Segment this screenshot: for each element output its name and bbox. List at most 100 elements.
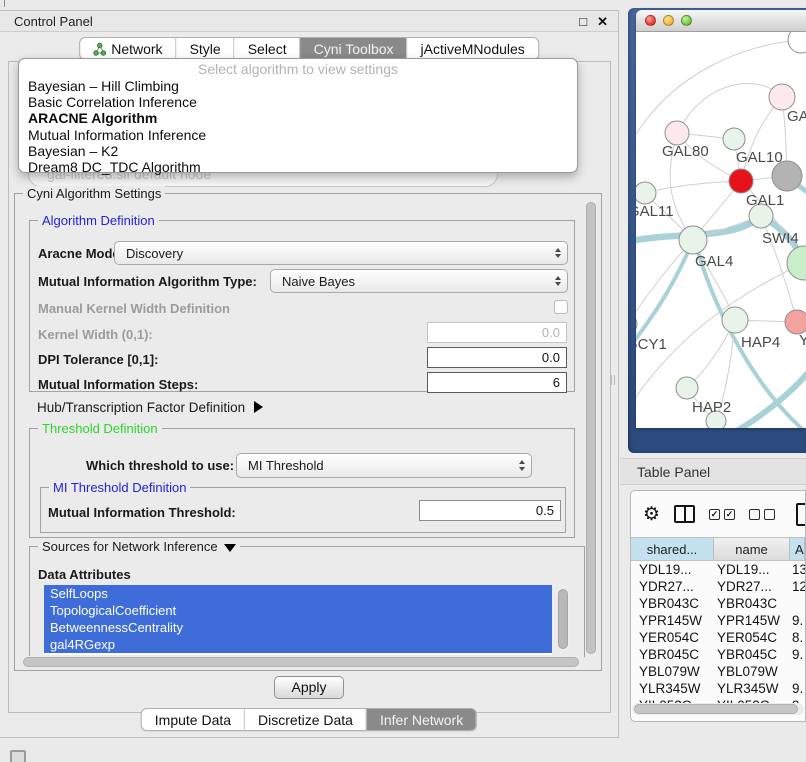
scrollbar-thumb[interactable] (23, 657, 579, 667)
minimize-traffic-light-icon[interactable] (663, 15, 674, 26)
attributes-scrollbar[interactable] (558, 587, 569, 653)
which-threshold-select[interactable]: MI Threshold (236, 453, 532, 478)
tab-discretize-data[interactable]: Discretize Data (244, 709, 366, 730)
data-attributes-list: SelfLoopsTopologicalCoefficientBetweenne… (44, 585, 552, 655)
table-toolbar: ⚙ ✓ ✓ (631, 491, 805, 537)
network-node-gal4[interactable] (679, 226, 707, 254)
scrollbar-thumb[interactable] (586, 202, 596, 654)
mi-algorithm-type-label: Mutual Information Algorithm Type: (38, 274, 257, 289)
network-node-gal1[interactable] (729, 169, 753, 193)
table-body: YDL19...YDL19...13YDR27...YDR27...12YBR0… (631, 561, 805, 722)
network-node-gal11[interactable] (636, 182, 656, 204)
panel-resize-grip[interactable] (611, 375, 615, 385)
network-node-gcy1[interactable] (636, 314, 637, 334)
tab-infer-network[interactable]: Infer Network (366, 709, 476, 730)
attribute-list-item[interactable]: TopologicalCoefficient (44, 602, 552, 619)
algorithm-option-bayesian-hill-climbing[interactable]: Bayesian – Hill Climbing (19, 78, 577, 94)
table-horizontal-scrollbar[interactable] (632, 703, 804, 715)
apply-button[interactable]: Apply (274, 676, 344, 699)
table-cell: YER054C (631, 629, 714, 646)
kernel-width-field[interactable]: 0.0 (427, 322, 567, 343)
tab-style[interactable]: Style (176, 38, 234, 59)
expand-right-icon (254, 401, 263, 413)
table-cell: YDR27... (714, 578, 790, 595)
network-node-label: GAL11 (636, 203, 674, 220)
column-header-shared[interactable]: shared... (631, 538, 714, 560)
table-row[interactable]: YBL079WYBL079W (631, 663, 805, 680)
column-header-a[interactable]: A (790, 538, 805, 560)
tab-select[interactable]: Select (234, 38, 300, 59)
network-canvas[interactable]: GALGAL80GAL10GAL1GAL11SWI4GAL4GCY1HAP4YH… (636, 32, 806, 428)
algorithm-option-basic-correlation-inference[interactable]: Basic Correlation Inference (19, 94, 577, 110)
network-node[interactable] (788, 32, 806, 53)
mi-algorithm-type-select[interactable]: Naive Bayes (270, 269, 568, 293)
algorithm-option-mutual-information-inference[interactable]: Mutual Information Inference (19, 127, 577, 143)
algorithm-option-bayesian-k2[interactable]: Bayesian – K2 (19, 143, 577, 159)
tab-impute-data[interactable]: Impute Data (142, 709, 244, 730)
data-attributes-label: Data Attributes (38, 567, 131, 582)
tab-label: Network (111, 41, 162, 57)
tab-cyni-toolbox[interactable]: Cyni Toolbox (300, 38, 407, 59)
scrollbar-thumb[interactable] (634, 704, 798, 714)
attribute-list-item[interactable]: gal4RGexp (44, 636, 552, 653)
split-columns-icon[interactable] (674, 505, 695, 523)
document-icon[interactable] (796, 503, 806, 526)
network-node-y[interactable] (785, 310, 806, 334)
settings-vertical-scrollbar[interactable] (585, 202, 597, 654)
algorithm-option-dream8-dc-tdc-algorithm[interactable]: Dream8 DC_TDC Algorithm (19, 159, 577, 175)
tab-jactivemnodules[interactable]: jActiveMNodules (407, 38, 538, 59)
zoom-traffic-light-icon[interactable] (681, 15, 692, 26)
network-node-hap2[interactable] (676, 377, 698, 399)
tab-label: Discretize Data (258, 712, 353, 728)
table-row[interactable]: YPR145WYPR145W9. (631, 612, 805, 629)
mi-steps-field[interactable]: 6 (427, 372, 567, 393)
gear-icon[interactable]: ⚙ (643, 505, 660, 524)
table-row[interactable]: YBR043CYBR043C (631, 595, 805, 612)
control-panel-titlebar: Control Panel □ ✕ (0, 11, 618, 32)
network-node-label: HAP2 (692, 399, 731, 416)
mi-steps-label: Mutual Information Steps: (38, 377, 198, 392)
tab-label: jActiveMNodules (421, 41, 525, 57)
scrollbar-thumb[interactable] (558, 589, 568, 649)
table-row[interactable]: YBR045CYBR045C9. (631, 646, 805, 663)
sources-group: Sources for Network Inference Data Attri… (29, 546, 585, 664)
table-row[interactable]: YDR27...YDR27...12 (631, 578, 805, 595)
attribute-list-item[interactable]: SelfLoops (44, 585, 552, 602)
mi-threshold-field[interactable]: 0.5 (419, 500, 561, 521)
tab-label: Style (190, 41, 221, 57)
table-row[interactable]: YDL19...YDL19...13 (631, 561, 805, 578)
network-node-gal10[interactable] (723, 128, 745, 150)
dpi-tolerance-field[interactable]: 0.0 (427, 347, 567, 368)
column-header-name[interactable]: name (714, 538, 790, 560)
close-traffic-light-icon[interactable] (645, 15, 656, 26)
network-node-gal[interactable] (769, 84, 795, 110)
table-row[interactable]: YLR345WYLR345W9. (631, 680, 805, 697)
close-window-icon[interactable]: ✕ (597, 11, 608, 32)
table-row[interactable]: YER054CYER054C8. (631, 629, 805, 646)
algorithm-option-aracne-algorithm[interactable]: ARACNE Algorithm (19, 110, 577, 126)
network-node-hap4[interactable] (722, 307, 748, 333)
collapsed-panel-icon[interactable] (10, 750, 26, 762)
tab-label: Select (248, 41, 287, 57)
manual-kernel-width-label: Manual Kernel Width Definition (38, 301, 230, 316)
select-all-checkboxes-icon[interactable]: ✓ ✓ (709, 509, 735, 520)
network-window: GALGAL80GAL10GAL1GAL11SWI4GAL4GCY1HAP4YH… (636, 10, 806, 428)
control-panel-title: Control Panel (14, 14, 93, 29)
float-window-icon[interactable]: □ (579, 11, 587, 32)
sources-group-title[interactable]: Sources for Network Inference (38, 539, 240, 554)
attribute-list-item[interactable]: BetweennessCentrality (44, 619, 552, 636)
network-node[interactable] (787, 246, 806, 280)
hub-definition-expander[interactable]: Hub/Transcription Factor Definition (37, 400, 263, 415)
settings-horizontal-scrollbar[interactable] (21, 656, 587, 668)
aracne-mode-label: Aracne Mode: (38, 246, 124, 261)
aracne-mode-select[interactable]: Discovery (114, 241, 568, 265)
manual-kernel-width-checkbox[interactable] (554, 300, 568, 314)
network-node-gal80[interactable] (665, 121, 689, 145)
tab-network[interactable]: Network (80, 38, 175, 59)
deselect-all-checkboxes-icon[interactable] (749, 509, 775, 520)
algorithm-dropdown-popup: Select algorithm to view settings Bayesi… (18, 58, 578, 173)
table-cell: YBR043C (714, 595, 790, 612)
network-graph: GALGAL80GAL10GAL1GAL11SWI4GAL4GCY1HAP4YH… (636, 32, 806, 428)
table-cell: 9. (790, 680, 805, 697)
algorithm-definition-group: Algorithm Definition Aracne Mode: Discov… (29, 220, 575, 392)
